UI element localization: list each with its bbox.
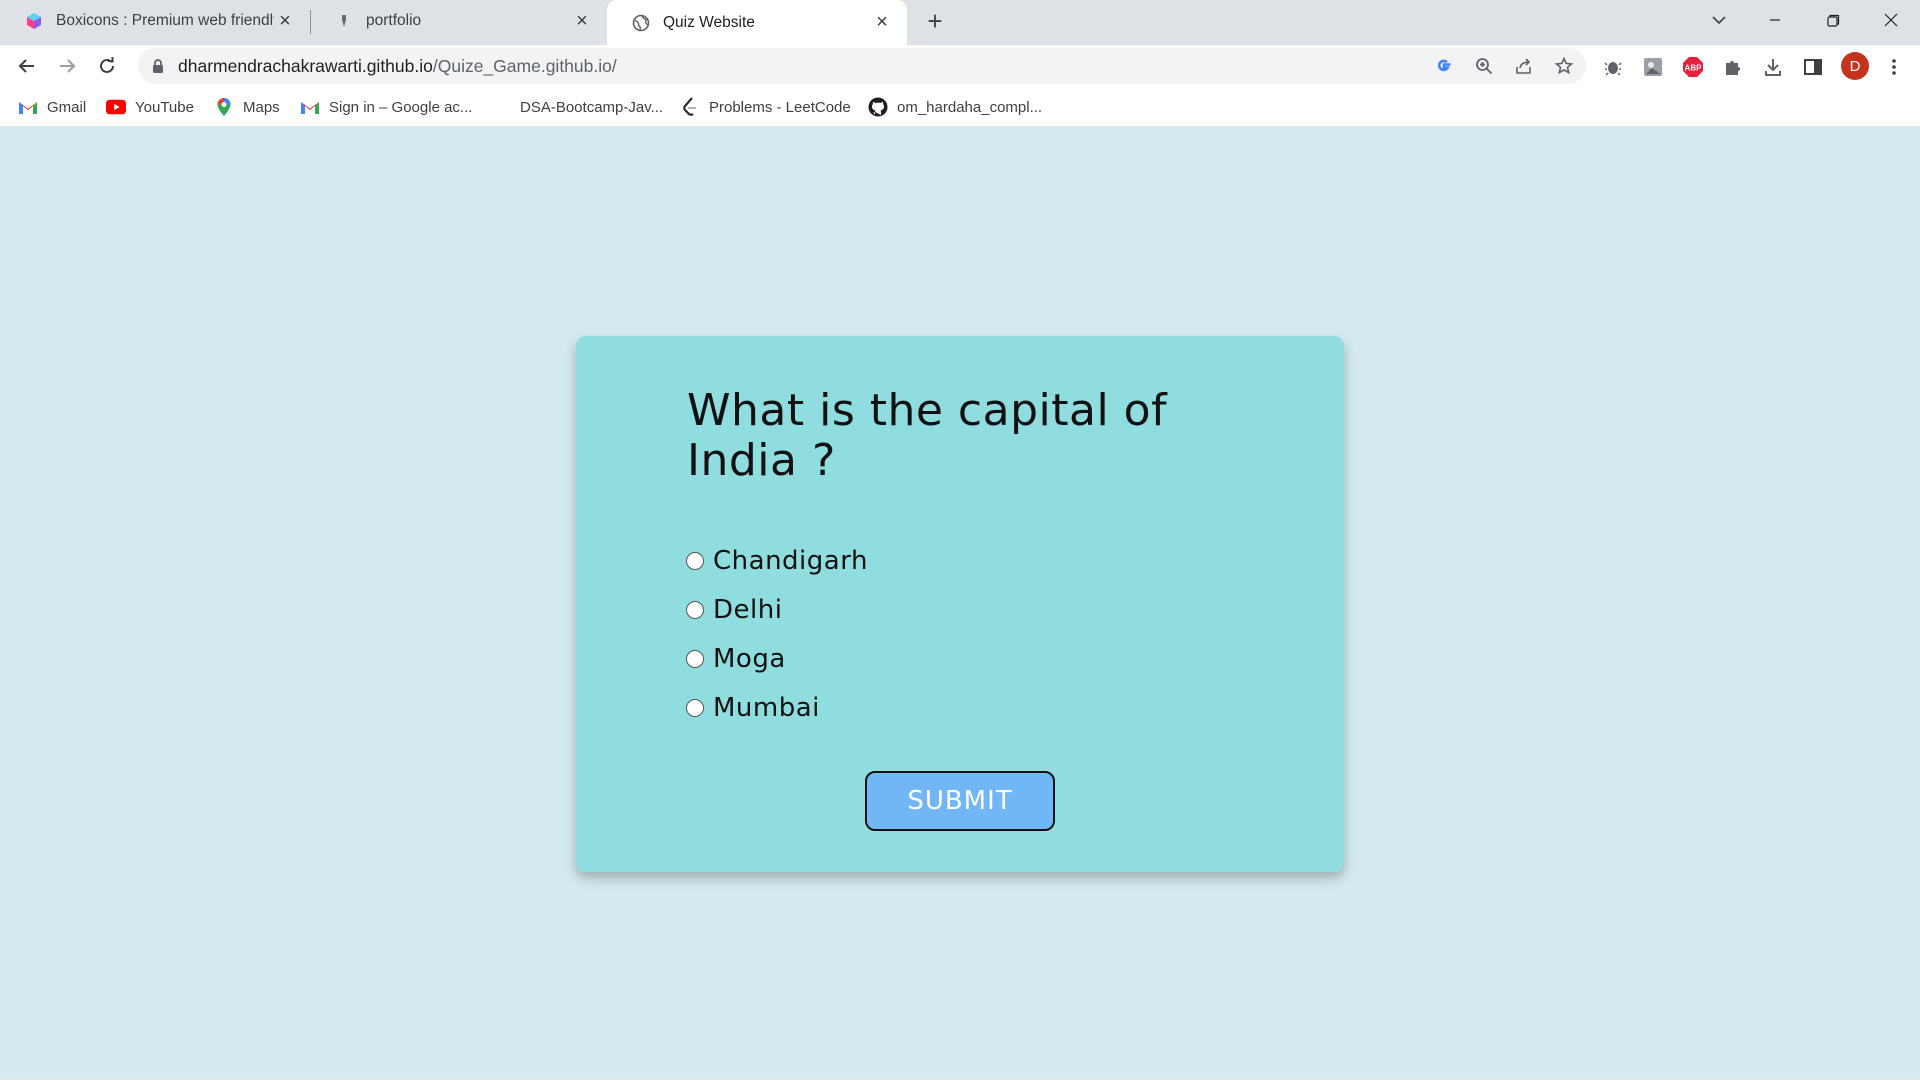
leetcode-icon xyxy=(680,97,700,117)
tab-close-icon[interactable]: × xyxy=(571,10,593,32)
extensions-puzzle-icon[interactable] xyxy=(1721,55,1745,79)
forward-button[interactable] xyxy=(50,49,84,83)
tab-title: portfolio xyxy=(366,12,422,29)
bookmark-label: Maps xyxy=(243,98,280,116)
bookmark-leetcode[interactable]: Problems - LeetCode xyxy=(680,95,851,119)
radio-button[interactable] xyxy=(686,698,704,717)
side-panel-icon[interactable] xyxy=(1801,55,1825,79)
bookmark-github[interactable]: om_hardaha_compl... xyxy=(868,95,1042,119)
bookmarks-bar: Gmail YouTube Maps Sign in – Google ac..… xyxy=(0,87,1920,127)
quiz-card: What is the capital of India ? Chandigar… xyxy=(576,336,1344,872)
url-host: dharmendrachakrawarti.github.io xyxy=(178,55,433,76)
submit-button[interactable]: SUBMIT xyxy=(865,771,1055,831)
forward-arrow-icon xyxy=(60,59,76,73)
boxicons-favicon-icon xyxy=(24,11,44,31)
bookmark-label: YouTube xyxy=(135,98,194,116)
minimize-icon[interactable] xyxy=(1752,0,1798,40)
bookmark-label: Problems - LeetCode xyxy=(709,98,851,116)
zoom-icon[interactable] xyxy=(1472,54,1496,78)
profile-initial: D xyxy=(1841,52,1869,80)
question-text: What is the capital of India ? xyxy=(687,385,1168,486)
bug-extension-icon[interactable] xyxy=(1601,55,1625,79)
profile-avatar[interactable]: D xyxy=(1840,51,1870,81)
bookmark-star-icon[interactable] xyxy=(1552,54,1576,78)
gmail-icon xyxy=(300,97,320,117)
address-bar[interactable]: dharmendrachakrawarti.github.io/Quize_Ga… xyxy=(138,48,1586,84)
download-icon[interactable] xyxy=(1761,55,1785,79)
option-chandigarh[interactable]: Chandigarh xyxy=(686,536,868,585)
reload-icon xyxy=(100,57,114,73)
browser-toolbar: dharmendrachakrawarti.github.io/Quize_Ga… xyxy=(0,45,1920,87)
back-button[interactable] xyxy=(10,49,44,83)
url-text[interactable]: dharmendrachakrawarti.github.io/Quize_Ga… xyxy=(178,56,617,77)
gmail-icon xyxy=(18,97,38,117)
tab-boxicons[interactable]: Boxicons : Premium web friendly × xyxy=(0,0,310,42)
radio-button[interactable] xyxy=(686,649,704,668)
google-lens-icon[interactable] xyxy=(1432,54,1456,78)
tab-title: Boxicons : Premium web friendly xyxy=(56,12,274,29)
bookmark-label: Gmail xyxy=(47,98,87,116)
tab-strip: Boxicons : Premium web friendly × portfo… xyxy=(0,0,1920,45)
github-icon xyxy=(868,97,888,117)
maps-icon xyxy=(214,97,234,117)
share-icon[interactable] xyxy=(1512,54,1536,78)
adblock-badge-text: ABP xyxy=(1685,64,1703,73)
restore-icon[interactable] xyxy=(1810,0,1856,40)
back-arrow-icon xyxy=(18,59,34,73)
option-delhi[interactable]: Delhi xyxy=(686,585,868,634)
url-path: /Quize_Game.github.io/ xyxy=(432,55,617,76)
globe-icon xyxy=(631,13,651,33)
option-mumbai[interactable]: Mumbai xyxy=(686,683,868,732)
option-label[interactable]: Mumbai xyxy=(713,693,820,723)
radio-button[interactable] xyxy=(686,551,704,570)
tab-close-icon[interactable]: × xyxy=(274,10,296,32)
radio-button[interactable] xyxy=(686,600,704,619)
bookmark-youtube[interactable]: YouTube xyxy=(106,95,194,119)
tab-title: Quiz Website xyxy=(663,13,755,31)
bookmark-google-signin[interactable]: Sign in – Google ac... xyxy=(300,95,472,119)
reload-button[interactable] xyxy=(90,49,124,83)
answer-options: Chandigarh Delhi Moga Mumbai xyxy=(686,536,868,732)
bookmark-label: DSA-Bootcamp-Jav... xyxy=(520,98,664,116)
bookmark-label: om_hardaha_compl... xyxy=(897,98,1043,116)
bookmark-maps[interactable]: Maps xyxy=(214,95,280,119)
new-tab-button[interactable]: + xyxy=(920,6,950,36)
lock-icon[interactable] xyxy=(152,58,164,74)
youtube-icon xyxy=(106,97,126,117)
tab-search-icon[interactable] xyxy=(1696,0,1742,40)
option-label[interactable]: Moga xyxy=(713,644,786,674)
image-extension-icon[interactable] xyxy=(1641,55,1665,79)
bookmark-label: Sign in – Google ac... xyxy=(329,98,473,116)
tab-close-icon[interactable]: × xyxy=(871,11,893,34)
option-label[interactable]: Chandigarh xyxy=(713,546,868,576)
bookmark-dsa-bootcamp[interactable]: DSA-Bootcamp-Jav... xyxy=(520,95,663,119)
tab-quiz-website[interactable]: Quiz Website × xyxy=(607,0,907,45)
more-menu-icon[interactable] xyxy=(1882,55,1906,79)
adblock-plus-icon[interactable]: ABP xyxy=(1681,55,1705,79)
close-window-icon[interactable] xyxy=(1868,0,1914,40)
tab-portfolio[interactable]: portfolio × xyxy=(310,0,607,42)
option-label[interactable]: Delhi xyxy=(713,595,782,625)
bookmark-gmail[interactable]: Gmail xyxy=(18,95,86,119)
option-moga[interactable]: Moga xyxy=(686,634,868,683)
portfolio-favicon-icon xyxy=(334,11,354,31)
